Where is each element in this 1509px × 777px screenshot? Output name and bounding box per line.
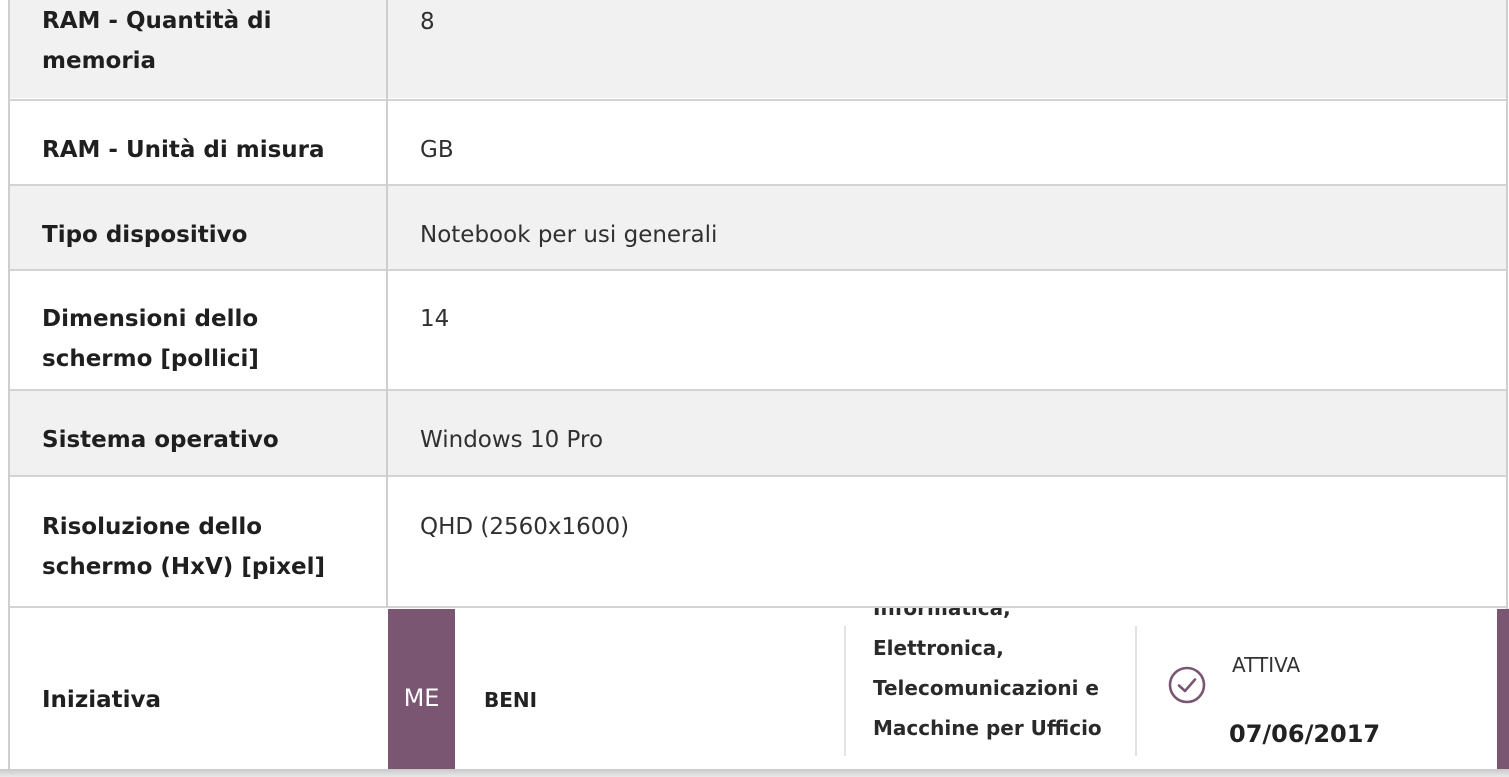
spec-value-screen-size: 14 (420, 306, 450, 332)
initiative-label: Iniziativa (42, 687, 161, 713)
spec-value-os: Windows 10 Pro (420, 427, 604, 453)
initiative-category: Informatica, Elettronica, Telecomunicazi… (873, 608, 1123, 768)
spec-value-ram-quantity: 8 (420, 9, 435, 35)
spec-value-ram-unit: GB (420, 137, 454, 163)
spec-label-screen-size: Dimensioni dello schermo [pollici] (42, 306, 259, 372)
spec-value-resolution: QHD (2560x1600) (420, 514, 630, 540)
initiative-date: 07/06/2017 (1229, 720, 1381, 748)
row-divider (10, 606, 1506, 608)
table-row: Dimensioni dello schermo [pollici] 14 (10, 271, 1506, 389)
spec-label-device-type: Tipo dispositivo (42, 222, 248, 248)
bottom-edge (0, 769, 1509, 777)
initiative-accent-bar (1497, 609, 1509, 777)
product-spec-table: RAM - Quantità di memoria 8 RAM - Unità … (0, 0, 1509, 777)
column-divider (386, 0, 388, 608)
table-row: Risoluzione dello schermo (HxV) [pixel] … (10, 477, 1506, 606)
table-row: RAM - Unità di misura GB (10, 101, 1506, 184)
table-row: Sistema operativo Windows 10 Pro (10, 391, 1506, 475)
initiative-category-text: Informatica, Elettronica, Telecomunicazi… (873, 608, 1102, 740)
spec-label-ram-unit: RAM - Unità di misura (42, 137, 325, 163)
initiative-divider (844, 626, 846, 756)
spec-label-ram-quantity: RAM - Quantità di memoria (42, 8, 272, 74)
table-row: RAM - Quantità di memoria 8 (10, 0, 1506, 98)
spec-value-device-type: Notebook per usi generali (420, 222, 718, 248)
initiative-status: ATTIVA (1232, 653, 1301, 677)
table-row: Tipo dispositivo Notebook per usi genera… (10, 186, 1506, 269)
initiative-divider (1135, 626, 1137, 756)
spec-label-os: Sistema operativo (42, 427, 279, 453)
spec-label-resolution: Risoluzione dello schermo (HxV) [pixel] (42, 514, 326, 580)
initiative-type: BENI (484, 688, 538, 712)
initiative-badge: ME (388, 609, 455, 777)
check-circle-icon (1168, 666, 1206, 704)
